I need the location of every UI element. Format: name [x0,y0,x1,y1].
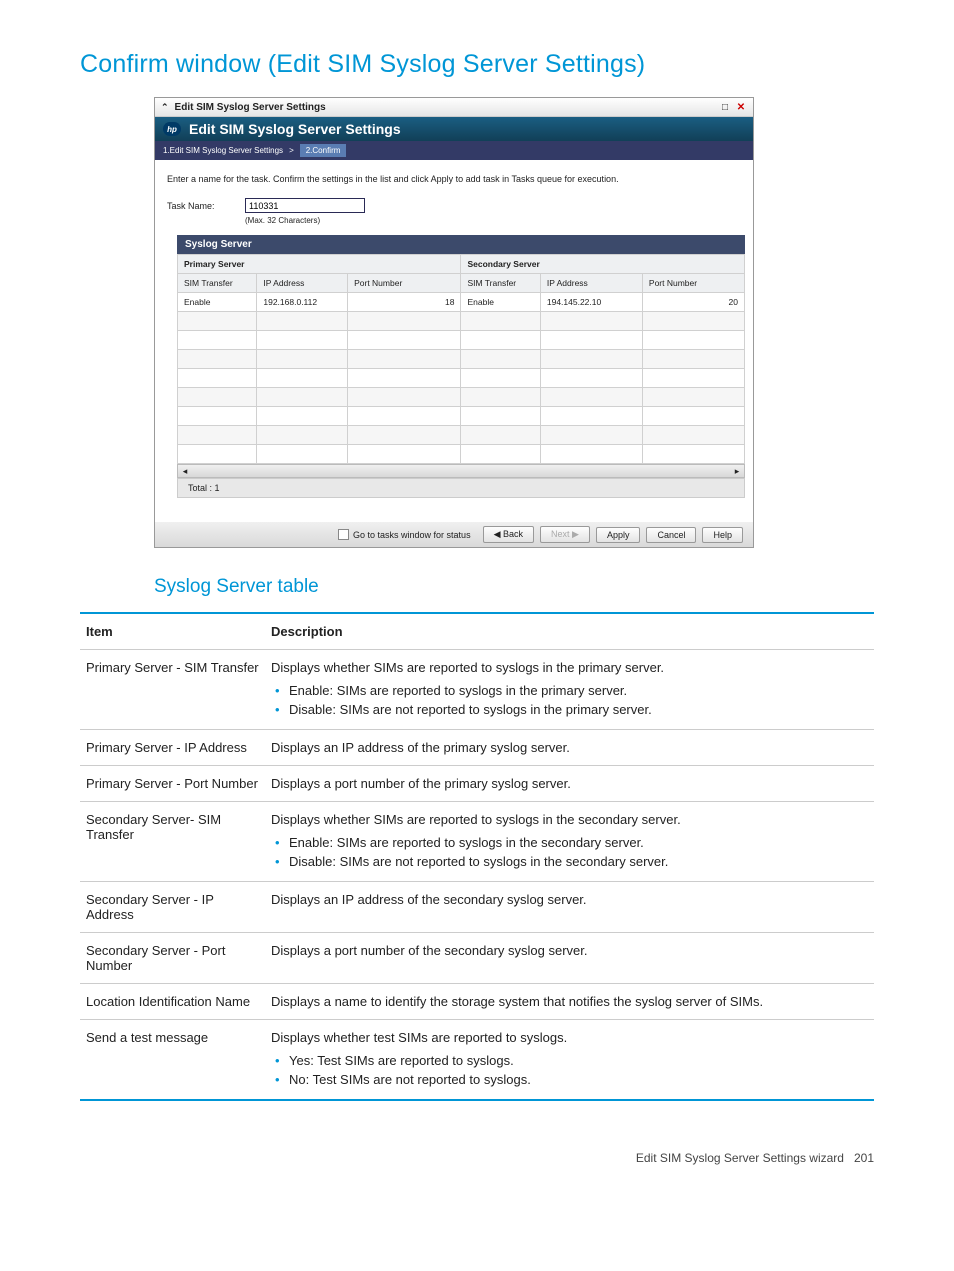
desc-item: Send a test message [80,1020,265,1101]
cell-pri-ip: 192.168.0.112 [257,293,348,312]
page-title: Confirm window (Edit SIM Syslog Server S… [80,50,874,79]
go-to-tasks-checkbox[interactable] [338,529,349,540]
desc-item: Secondary Server- SIM Transfer [80,802,265,882]
table-row [178,388,745,407]
cell-sec-sim: Enable [461,293,540,312]
table-row [178,445,745,464]
list-item: No: Test SIMs are not reported to syslog… [289,1070,868,1089]
task-name-hint: (Max. 32 Characters) [245,216,741,225]
table-row: Primary Server - IP AddressDisplays an I… [80,730,874,766]
go-to-tasks-label: Go to tasks window for status [353,530,471,540]
section-title: Syslog Server table [154,576,874,598]
footer-page-number: 201 [854,1151,874,1165]
secondary-server-header: Secondary Server [461,255,745,274]
scroll-left-icon[interactable]: ◂ [178,466,192,477]
table-row [178,369,745,388]
table-row: Secondary Server- SIM TransferDisplays w… [80,802,874,882]
desc-item: Primary Server - SIM Transfer [80,650,265,730]
col-item: Item [80,613,265,650]
breadcrumb-sep: > [289,146,294,155]
cell-pri-sim: Enable [178,293,257,312]
breadcrumb-step1: 1.Edit SIM Syslog Server Settings [163,146,283,155]
desc-item: Secondary Server - IP Address [80,882,265,933]
page-footer: Edit SIM Syslog Server Settings wizard 2… [80,1151,874,1165]
footer-text: Edit SIM Syslog Server Settings wizard [636,1151,844,1165]
desc-text: Displays an IP address of the primary sy… [265,730,874,766]
maximize-icon[interactable]: □ [719,101,731,113]
table-row [178,350,745,369]
desc-text: Displays whether test SIMs are reported … [265,1020,874,1101]
table-row [178,407,745,426]
next-button: Next ▶ [540,526,590,543]
dialog-footer: Go to tasks window for status ◀ Back Nex… [155,522,753,547]
desc-item: Location Identification Name [80,984,265,1020]
col-sim-transfer: SIM Transfer [461,274,540,293]
hp-logo-icon: hp [163,122,181,136]
list-item: Enable: SIMs are reported to syslogs in … [289,833,868,852]
desc-item: Primary Server - IP Address [80,730,265,766]
dialog-window: ⌃ Edit SIM Syslog Server Settings □ ✕ hp… [154,97,754,548]
desc-text: Displays a port number of the secondary … [265,933,874,984]
scroll-right-icon[interactable]: ▸ [730,466,744,477]
apply-button[interactable]: Apply [596,527,641,543]
window-title: Edit SIM Syslog Server Settings [175,102,326,113]
table-row: Send a test messageDisplays whether test… [80,1020,874,1101]
table-row: Primary Server - SIM TransferDisplays wh… [80,650,874,730]
table-row: Secondary Server - Port NumberDisplays a… [80,933,874,984]
desc-text: Displays whether SIMs are reported to sy… [265,650,874,730]
list-item: Yes: Test SIMs are reported to syslogs. [289,1051,868,1070]
col-port-number: Port Number [348,274,461,293]
col-ip-address: IP Address [540,274,642,293]
desc-item: Secondary Server - Port Number [80,933,265,984]
cell-pri-port: 18 [348,293,461,312]
close-icon[interactable]: ✕ [735,101,747,113]
syslog-server-table: Primary Server Secondary Server SIM Tran… [177,254,745,464]
list-item: Disable: SIMs are not reported to syslog… [289,700,868,719]
table-row: Location Identification NameDisplays a n… [80,984,874,1020]
list-item: Enable: SIMs are reported to syslogs in … [289,681,868,700]
syslog-server-header: Syslog Server [177,235,745,254]
table-row [178,426,745,445]
col-port-number: Port Number [642,274,744,293]
description-table: Item Description Primary Server - SIM Tr… [80,612,874,1101]
cancel-button[interactable]: Cancel [646,527,696,543]
primary-server-header: Primary Server [178,255,461,274]
table-row: Secondary Server - IP AddressDisplays an… [80,882,874,933]
breadcrumb: 1.Edit SIM Syslog Server Settings > 2.Co… [155,141,753,160]
collapse-icon[interactable]: ⌃ [161,102,169,113]
task-name-input[interactable] [245,198,365,213]
desc-item: Primary Server - Port Number [80,766,265,802]
table-row: Enable 192.168.0.112 18 Enable 194.145.2… [178,293,745,312]
dialog-banner-title: Edit SIM Syslog Server Settings [189,121,401,137]
table-row: Primary Server - Port NumberDisplays a p… [80,766,874,802]
dialog-banner: hp Edit SIM Syslog Server Settings [155,117,753,141]
cell-sec-ip: 194.145.22.10 [540,293,642,312]
list-item: Disable: SIMs are not reported to syslog… [289,852,868,871]
total-label: Total : 1 [177,478,745,498]
col-ip-address: IP Address [257,274,348,293]
instructions-text: Enter a name for the task. Confirm the s… [167,174,741,184]
col-description: Description [265,613,874,650]
help-button[interactable]: Help [702,527,743,543]
desc-text: Displays a port number of the primary sy… [265,766,874,802]
back-button[interactable]: ◀ Back [483,526,534,543]
task-name-label: Task Name: [167,201,235,211]
horizontal-scrollbar[interactable]: ◂ ▸ [177,464,745,478]
desc-text: Displays a name to identify the storage … [265,984,874,1020]
window-titlebar: ⌃ Edit SIM Syslog Server Settings □ ✕ [155,98,753,117]
table-row [178,331,745,350]
table-row [178,312,745,331]
desc-text: Displays whether SIMs are reported to sy… [265,802,874,882]
breadcrumb-step2: 2.Confirm [300,144,347,157]
desc-text: Displays an IP address of the secondary … [265,882,874,933]
cell-sec-port: 20 [642,293,744,312]
col-sim-transfer: SIM Transfer [178,274,257,293]
